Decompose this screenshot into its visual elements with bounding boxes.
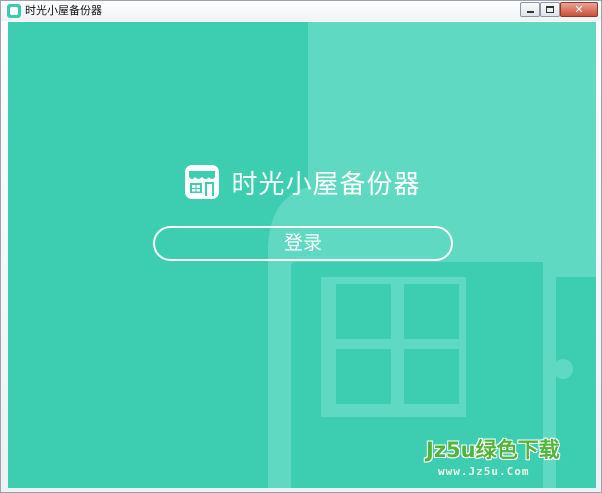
watermark-sub-text: www.Jz5u.Com [438, 465, 530, 478]
maximize-button[interactable] [540, 2, 560, 17]
house-shop-icon [185, 165, 220, 199]
app-window: 时光小屋备份器 ✕ 时光小屋备份器 登录 Jz5u绿色下载 www.Jz5u.C… [0, 0, 602, 493]
app-brand: 时光小屋备份器 [8, 162, 596, 202]
close-icon: ✕ [574, 3, 584, 16]
watermark: Jz5u绿色下载 www.Jz5u.Com [426, 434, 596, 484]
app-icon [7, 4, 21, 18]
login-panel: 时光小屋备份器 登录 Jz5u绿色下载 www.Jz5u.Com [8, 22, 596, 488]
maximize-icon [546, 6, 554, 13]
close-button[interactable]: ✕ [560, 2, 598, 17]
window-title: 时光小屋备份器 [25, 4, 102, 17]
minimize-button[interactable] [520, 2, 540, 17]
app-title: 时光小屋备份器 [231, 169, 421, 200]
watermark-main-text: Jz5u绿色下载 [426, 438, 560, 462]
minimize-icon [526, 11, 534, 13]
title-bar[interactable]: 时光小屋备份器 ✕ [1, 1, 601, 21]
login-button[interactable]: 登录 [153, 226, 453, 261]
